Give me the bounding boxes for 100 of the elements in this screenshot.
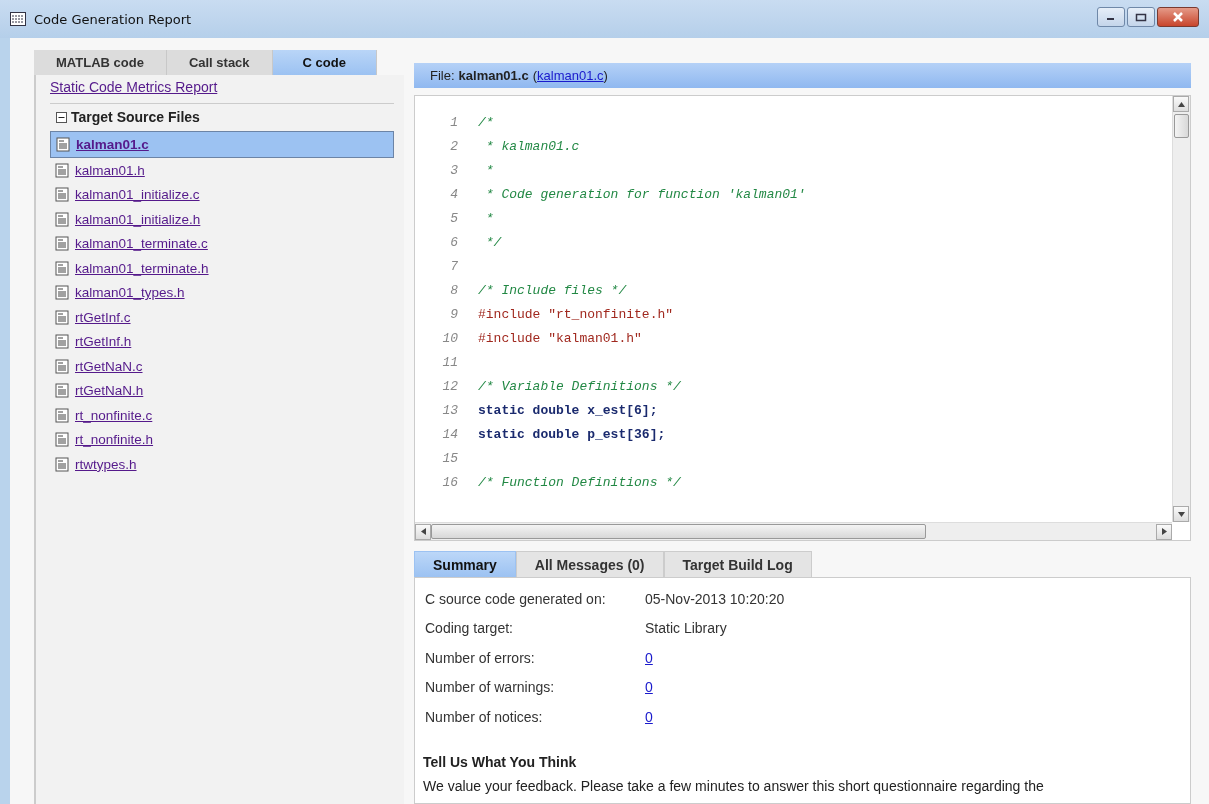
line-number: 7 xyxy=(449,258,458,274)
code-line: static double x_est[6]; xyxy=(478,402,658,418)
scrollbar-thumb[interactable] xyxy=(1174,114,1189,138)
window-title: Code Generation Report xyxy=(34,11,193,27)
code-line: /* Variable Definitions */ xyxy=(478,378,681,394)
file-icon xyxy=(56,137,70,152)
paren: ( xyxy=(532,68,537,83)
summary-label: Number of notices: xyxy=(424,708,544,725)
file-tree-item[interactable]: rt_nonfinite.h xyxy=(50,427,394,452)
tab[interactable]: Call stack xyxy=(166,50,273,75)
code-line: * xyxy=(484,162,494,178)
file-tree-item[interactable]: rt_nonfinite.c xyxy=(50,403,394,428)
tab[interactable]: C code xyxy=(272,50,377,75)
paren: ) xyxy=(603,68,608,83)
file-tree-item[interactable]: rtwtypes.h xyxy=(50,452,394,477)
file-icon xyxy=(55,432,69,448)
count-link[interactable]: 0 xyxy=(645,679,653,696)
file-link[interactable]: rtGetInf.c xyxy=(75,309,131,325)
line-number: 5 xyxy=(449,210,458,226)
scrollbar-thumb[interactable] xyxy=(431,524,926,539)
file-tree-item[interactable]: kalman01_terminate.c xyxy=(50,231,394,256)
file-link[interactable]: rtGetNaN.c xyxy=(75,358,143,374)
file-link[interactable]: kalman01_initialize.c xyxy=(75,187,200,203)
file-link[interactable]: rtwtypes.h xyxy=(75,456,137,472)
file-icon xyxy=(55,211,69,227)
collapse-icon[interactable] xyxy=(56,111,67,123)
file-icon xyxy=(55,334,69,350)
file-icon xyxy=(55,358,69,374)
file-icon xyxy=(55,285,69,301)
count-link[interactable]: 0 xyxy=(645,708,653,725)
code-line: #include "rt_nonfinite.h" xyxy=(478,306,674,322)
file-link[interactable]: kalman01.h xyxy=(75,162,145,178)
line-number: 9 xyxy=(449,306,458,322)
line-number: 8 xyxy=(449,282,458,298)
summary-value: 05-Nov-2013 10:20:20 xyxy=(645,590,786,607)
file-tree-item[interactable]: kalman01_initialize.h xyxy=(50,207,394,232)
maximize-icon xyxy=(1135,12,1147,22)
code-line: /* Function Definitions */ xyxy=(478,474,681,490)
summary-label: Number of warnings: xyxy=(424,679,556,696)
file-tree-item[interactable]: rtGetNaN.h xyxy=(50,378,394,403)
code-line: /* xyxy=(478,114,494,130)
file-link[interactable]: kalman01_terminate.c xyxy=(75,236,208,252)
line-number: 12 xyxy=(441,378,458,394)
horizontal-scrollbar[interactable] xyxy=(415,522,1172,540)
up-arrow-icon[interactable] xyxy=(1177,101,1185,107)
file-link[interactable]: rtGetInf.h xyxy=(75,334,132,350)
line-number: 13 xyxy=(441,402,458,418)
file-icon xyxy=(55,383,69,399)
file-label: File: xyxy=(430,68,455,83)
close-button[interactable] xyxy=(1157,7,1199,27)
line-number: 10 xyxy=(441,330,458,346)
file-tree-item[interactable]: rtGetInf.c xyxy=(50,305,394,330)
metrics-report-link[interactable]: Static Code Metrics Report xyxy=(50,79,218,95)
tree-heading: Target Source Files xyxy=(71,109,200,125)
line-number: 11 xyxy=(441,354,458,370)
file-tree-item[interactable]: rtGetNaN.c xyxy=(50,354,394,379)
file-link[interactable]: rt_nonfinite.h xyxy=(75,432,154,448)
tab[interactable]: Summary xyxy=(414,551,516,577)
feedback-heading: Tell Us What You Think xyxy=(423,753,578,770)
line-number: 2 xyxy=(449,138,458,154)
file-icon xyxy=(55,162,69,178)
file-link[interactable]: kalman01_types.h xyxy=(75,285,185,301)
maximize-button[interactable] xyxy=(1127,7,1155,27)
feedback-text: We value your feedback. Please take a few minutes to answer this short questionnaire regarding the xyxy=(423,777,1045,794)
minimize-button[interactable] xyxy=(1097,7,1125,27)
tab[interactable]: Target Build Log xyxy=(663,551,812,577)
file-icon xyxy=(55,309,69,325)
file-tree-item[interactable]: kalman01_initialize.c xyxy=(50,182,394,207)
file-link[interactable]: kalman01_terminate.h xyxy=(75,260,209,276)
file-name: kalman01.c xyxy=(458,68,529,83)
line-number: 16 xyxy=(441,474,458,490)
file-tree-item[interactable]: kalman01.h xyxy=(50,158,394,183)
line-number: 6 xyxy=(449,234,458,250)
line-number: 3 xyxy=(449,162,458,178)
vertical-scrollbar[interactable] xyxy=(1172,96,1190,522)
file-link[interactable]: kalman01.c xyxy=(537,68,604,83)
code-line: * kalman01.c xyxy=(484,138,580,154)
file-icon xyxy=(55,407,69,423)
file-link[interactable]: rt_nonfinite.c xyxy=(75,407,153,423)
tab[interactable]: All Messages (0) xyxy=(515,551,664,577)
file-tree-item[interactable]: rtGetInf.h xyxy=(50,329,394,354)
code-line: /* Include files */ xyxy=(478,282,627,298)
count-link[interactable]: 0 xyxy=(645,649,653,666)
tab[interactable]: MATLAB code xyxy=(34,50,167,75)
file-icon xyxy=(55,236,69,252)
app-icon xyxy=(10,12,26,26)
summary-label: Coding target: xyxy=(424,620,514,637)
file-tree-item[interactable]: kalman01_types.h xyxy=(50,280,394,305)
down-arrow-icon[interactable] xyxy=(1177,511,1185,517)
right-arrow-icon[interactable] xyxy=(1161,528,1167,535)
close-icon xyxy=(1171,12,1185,22)
file-link[interactable]: rtGetNaN.h xyxy=(75,383,144,399)
file-tree-item[interactable]: kalman01_terminate.h xyxy=(50,256,394,281)
left-arrow-icon[interactable] xyxy=(420,528,426,535)
file-icon xyxy=(55,260,69,276)
file-link[interactable]: kalman01_initialize.h xyxy=(75,211,201,227)
summary-label: C source code generated on: xyxy=(424,590,607,607)
summary-value: Static Library xyxy=(645,620,728,637)
file-tree-item[interactable]: kalman01.c xyxy=(50,131,394,158)
file-link[interactable]: kalman01.c xyxy=(76,137,149,152)
